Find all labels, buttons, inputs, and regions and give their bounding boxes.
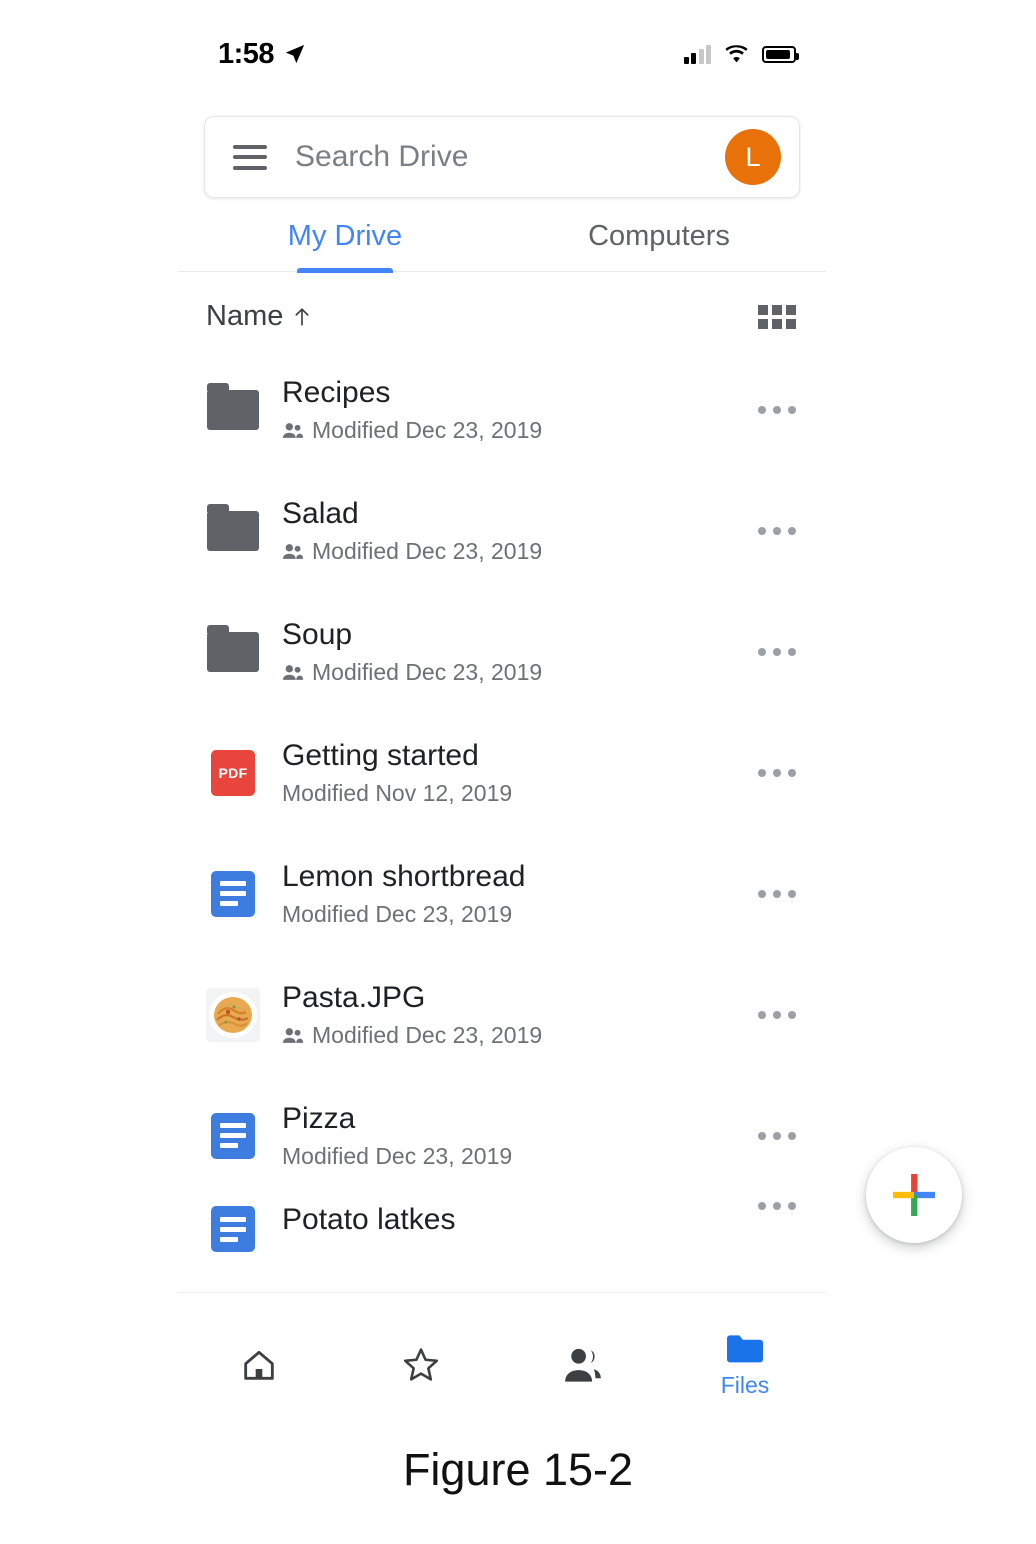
- nav-item-files-label: Files: [721, 1372, 770, 1399]
- file-info: Getting started Modified Nov 12, 2019: [282, 738, 742, 808]
- battery-icon: [762, 46, 796, 63]
- grid-view-icon[interactable]: [758, 305, 796, 329]
- wifi-icon: [724, 45, 749, 64]
- file-meta: Modified Dec 23, 2019: [282, 538, 742, 565]
- shared-people-icon: [282, 543, 304, 560]
- modified-date: Modified Nov 12, 2019: [282, 780, 512, 807]
- table-row[interactable]: Salad Modified Dec 23, 2019: [178, 470, 826, 591]
- phone-screen: 1:58 Search Drive L: [178, 0, 826, 1430]
- table-row[interactable]: PDF Getting started Modified Nov 12, 201…: [178, 712, 826, 833]
- modified-date: Modified Dec 23, 2019: [312, 538, 542, 565]
- file-name: Pasta.JPG: [282, 980, 742, 1017]
- status-bar: 1:58: [178, 0, 826, 108]
- modified-date: Modified Dec 23, 2019: [312, 1022, 542, 1049]
- sort-label: Name: [206, 300, 283, 333]
- folder-icon: [206, 504, 260, 558]
- file-name: Pizza: [282, 1101, 742, 1138]
- image-thumbnail: [206, 988, 260, 1042]
- shared-people-icon: [282, 664, 304, 681]
- file-meta: Modified Dec 23, 2019: [282, 417, 742, 444]
- file-info: Soup Modified Dec 23, 2019: [282, 617, 742, 687]
- list-toolbar: Name: [178, 272, 826, 349]
- folder-icon: [206, 383, 260, 437]
- file-meta: Modified Dec 23, 2019: [282, 901, 742, 928]
- more-options-icon[interactable]: [742, 1202, 796, 1210]
- modified-date: Modified Dec 23, 2019: [312, 659, 542, 686]
- figure-caption: Figure 15-2: [0, 1444, 1036, 1496]
- file-name: Recipes: [282, 375, 742, 412]
- shared-people-icon: [282, 1027, 304, 1044]
- more-options-icon[interactable]: [742, 769, 796, 777]
- pdf-badge-label: PDF: [211, 750, 255, 796]
- pdf-file-icon: PDF: [206, 746, 260, 800]
- nav-item-shared[interactable]: [502, 1345, 664, 1385]
- file-info: Pizza Modified Dec 23, 2019: [282, 1101, 742, 1171]
- modified-date: Modified Dec 23, 2019: [282, 901, 512, 928]
- table-row[interactable]: Potato latkes: [178, 1196, 826, 1256]
- google-docs-icon: [206, 867, 260, 921]
- google-docs-icon: [206, 1109, 260, 1163]
- status-bar-left: 1:58: [218, 38, 306, 71]
- file-info: Lemon shortbread Modified Dec 23, 2019: [282, 859, 742, 929]
- file-name: Potato latkes: [282, 1202, 742, 1239]
- table-row[interactable]: Recipes Modified Dec 23, 2019: [178, 349, 826, 470]
- bottom-navigation: Files: [178, 1292, 826, 1430]
- cellular-signal-icon: [684, 45, 712, 64]
- table-row[interactable]: Pasta.JPG Modified Dec 23, 2019: [178, 954, 826, 1075]
- search-bar[interactable]: Search Drive L: [204, 116, 800, 198]
- modified-date: Modified Dec 23, 2019: [312, 417, 542, 444]
- arrow-up-icon: [291, 304, 313, 330]
- table-row[interactable]: Soup Modified Dec 23, 2019: [178, 591, 826, 712]
- sort-control[interactable]: Name: [206, 300, 313, 333]
- home-icon: [239, 1345, 279, 1385]
- file-info: Recipes Modified Dec 23, 2019: [282, 375, 742, 445]
- shared-people-icon: [282, 422, 304, 439]
- more-options-icon[interactable]: [742, 1011, 796, 1019]
- more-options-icon[interactable]: [742, 890, 796, 898]
- status-time: 1:58: [218, 38, 274, 71]
- table-row[interactable]: Lemon shortbread Modified Dec 23, 2019: [178, 833, 826, 954]
- location-arrow-icon: [284, 43, 306, 65]
- file-info: Salad Modified Dec 23, 2019: [282, 496, 742, 566]
- nav-item-files[interactable]: Files: [664, 1330, 826, 1399]
- file-meta: Modified Dec 23, 2019: [282, 1022, 742, 1049]
- tab-my-drive[interactable]: My Drive: [188, 220, 502, 271]
- file-name: Lemon shortbread: [282, 859, 742, 896]
- search-input[interactable]: Search Drive: [295, 140, 725, 174]
- avatar[interactable]: L: [725, 129, 781, 185]
- google-docs-icon: [206, 1202, 260, 1256]
- more-options-icon[interactable]: [742, 1132, 796, 1140]
- file-info: Potato latkes: [282, 1202, 742, 1239]
- search-bar-container: Search Drive L: [178, 108, 826, 198]
- people-icon: [562, 1345, 604, 1385]
- more-options-icon[interactable]: [742, 648, 796, 656]
- table-row[interactable]: Pizza Modified Dec 23, 2019: [178, 1075, 826, 1196]
- file-meta: Modified Nov 12, 2019: [282, 780, 742, 807]
- nav-item-starred[interactable]: [340, 1344, 502, 1386]
- file-meta: Modified Dec 23, 2019: [282, 1143, 742, 1170]
- nav-item-home[interactable]: [178, 1345, 340, 1385]
- file-info: Pasta.JPG Modified Dec 23, 2019: [282, 980, 742, 1050]
- more-options-icon[interactable]: [742, 406, 796, 414]
- file-name: Soup: [282, 617, 742, 654]
- file-name: Salad: [282, 496, 742, 533]
- hamburger-menu-icon[interactable]: [233, 145, 267, 170]
- tab-computers[interactable]: Computers: [502, 220, 816, 271]
- create-new-button[interactable]: [866, 1147, 962, 1243]
- status-bar-right: [684, 45, 797, 64]
- file-list: Recipes Modified Dec 23, 2019 Sala: [178, 349, 826, 1256]
- figure-page: 1:58 Search Drive L: [0, 0, 1036, 1544]
- more-options-icon[interactable]: [742, 527, 796, 535]
- modified-date: Modified Dec 23, 2019: [282, 1143, 512, 1170]
- folder-icon: [723, 1330, 767, 1366]
- star-icon: [400, 1344, 442, 1386]
- drive-tabs: My Drive Computers: [178, 220, 826, 272]
- folder-icon: [206, 625, 260, 679]
- file-meta: Modified Dec 23, 2019: [282, 659, 742, 686]
- file-name: Getting started: [282, 738, 742, 775]
- google-plus-icon: [886, 1167, 942, 1223]
